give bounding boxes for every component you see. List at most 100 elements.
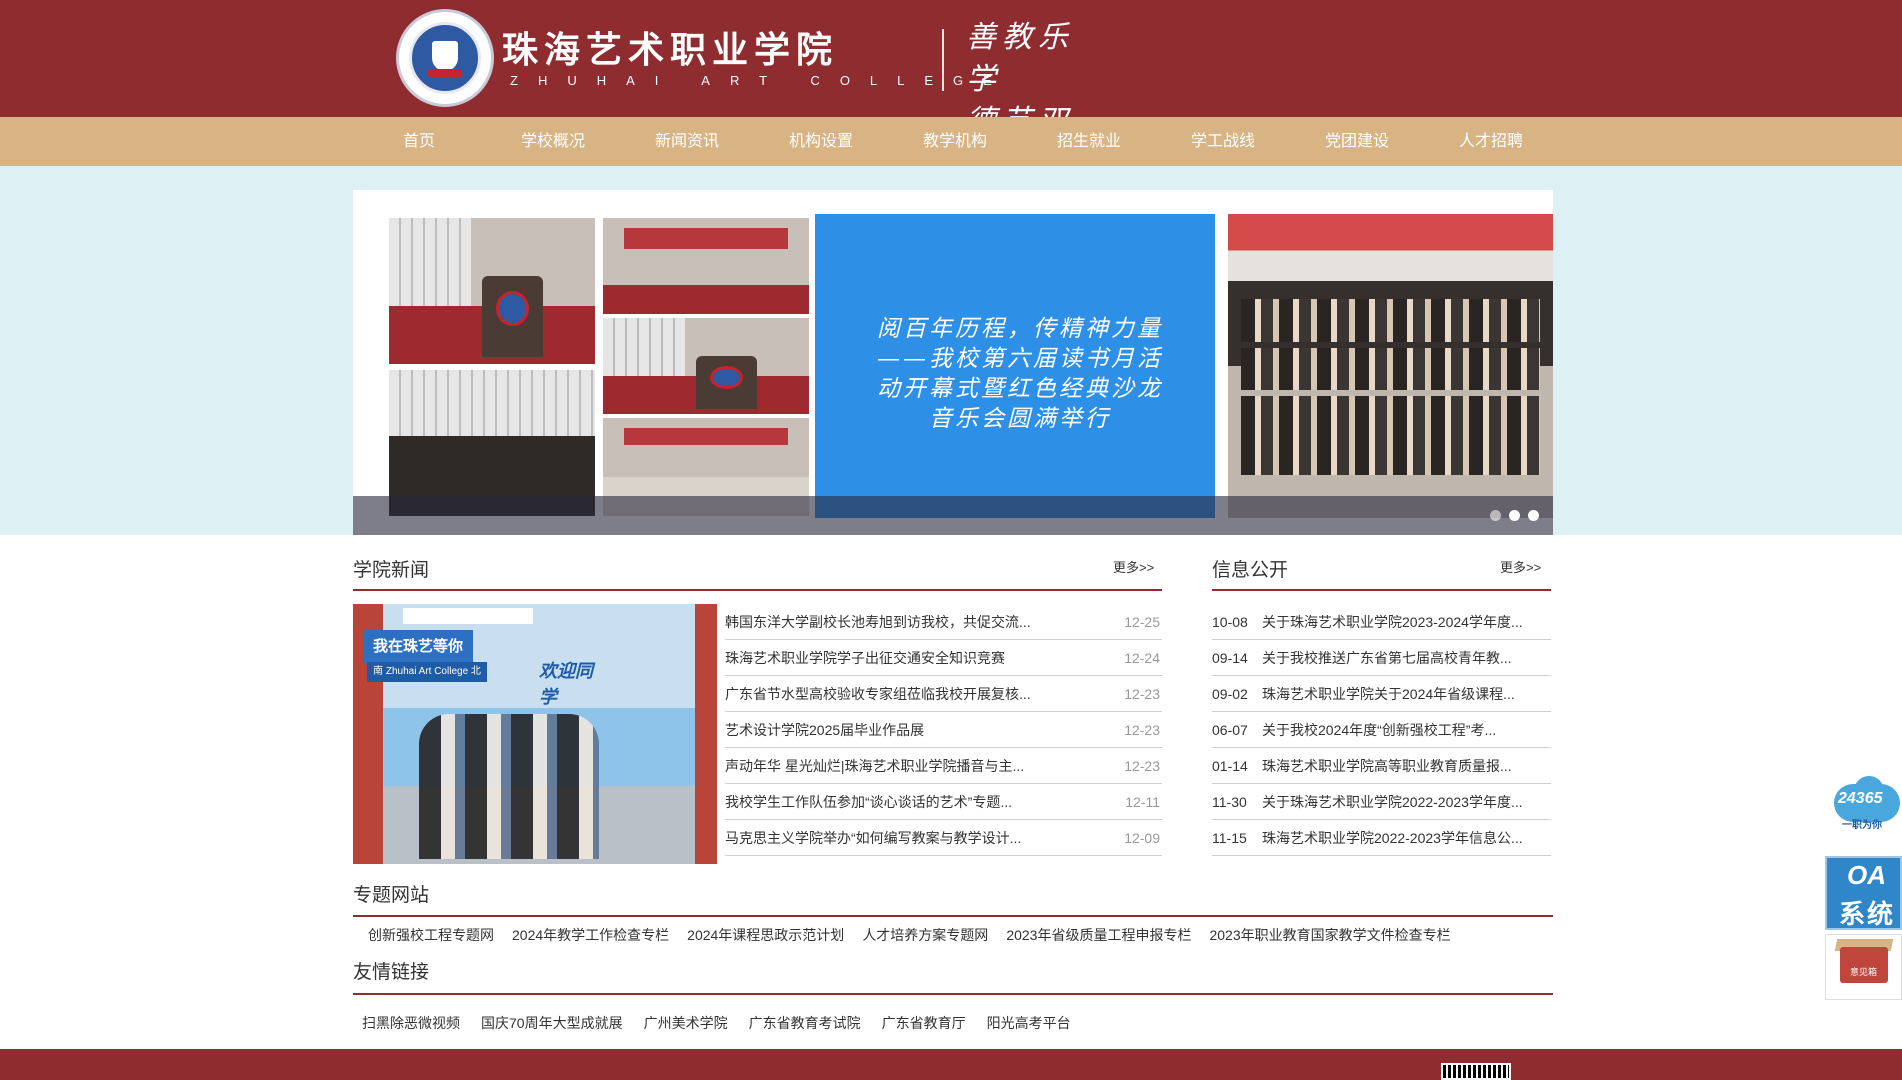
banner-slider[interactable]: 阅百年历程，传精神力量——我校第六届读书月活动开幕式暨红色经典沙龙音乐会圆满举行: [353, 190, 1553, 535]
friend-link[interactable]: 广东省教育考试院: [749, 1013, 861, 1033]
info-date: 09-14: [1212, 649, 1248, 666]
college-emblem-icon: [396, 9, 494, 107]
slider-caption-bar: [353, 496, 1553, 535]
list-item[interactable]: 声动年华 星光灿烂|珠海艺术职业学院播音与主... 12-23: [725, 748, 1162, 784]
nav-items: 首页 学校概况 新闻资讯 机构设置 教学机构 招生就业 学工战线 党团建设 人才…: [352, 117, 1558, 166]
news-date: 12-25: [1124, 613, 1160, 630]
list-item[interactable]: 广东省节水型高校验收专家组莅临我校开展复核... 12-23: [725, 676, 1162, 712]
news-title: 广东省节水型高校验收专家组莅临我校开展复核...: [725, 685, 1031, 702]
info-title: 关于珠海艺术职业学院2023-2024学年度...: [1262, 613, 1523, 630]
nav-item-party[interactable]: 党团建设: [1290, 117, 1424, 166]
list-item[interactable]: 我校学生工作队伍参加“谈心谈话的艺术”专题... 12-11: [725, 784, 1162, 820]
site-header: 珠海艺术职业学院 ZHUHAI ART COLLEGE 善教乐学 德艺双馨: [0, 0, 1902, 181]
header-divider: [942, 29, 944, 91]
nav-item-home[interactable]: 首页: [352, 117, 486, 166]
feedback-box-button[interactable]: 意见箱: [1825, 934, 1902, 1000]
topic-link[interactable]: 2024年课程思政示范计划: [687, 925, 844, 945]
photo-college-header: [403, 608, 533, 624]
nav-item-recruitment[interactable]: 人才招聘: [1424, 117, 1558, 166]
photo-board: 南 Zhuhai Art College 北: [367, 662, 487, 682]
info-title: 关于我校推送广东省第七届高校青年教...: [1262, 649, 1512, 666]
emblem-center: [409, 22, 481, 94]
list-item[interactable]: 06-07 关于我校2024年度“创新强校工程”考...: [1212, 712, 1551, 748]
news-title: 珠海艺术职业学院学子出征交通安全知识竞赛: [725, 649, 1005, 666]
school-name: 珠海艺术职业学院: [502, 29, 839, 71]
info-date: 10-08: [1212, 613, 1248, 630]
news-title: 我校学生工作队伍参加“谈心谈话的艺术”专题...: [725, 793, 1012, 810]
news-title: 声动年华 星光灿烂|珠海艺术职业学院播音与主...: [725, 757, 1025, 774]
slider-dot-3[interactable]: [1528, 510, 1539, 521]
qr-code-icon: [1441, 1063, 1511, 1080]
topic-link[interactable]: 创新强校工程专题网: [368, 925, 494, 945]
friend-link[interactable]: 扫黑除恶微视频: [362, 1013, 460, 1033]
emblem-shield-icon: [432, 41, 458, 71]
friends-section-line: [353, 993, 1553, 995]
slide-title-panel: 阅百年历程，传精神力量——我校第六届读书月活动开幕式暨红色经典沙龙音乐会圆满举行: [815, 214, 1215, 518]
news-title: 马克思主义学院举办“如何编写教案与教学设计...: [725, 829, 1022, 846]
nav-item-organization[interactable]: 机构设置: [754, 117, 888, 166]
oa-system-button[interactable]: OA 系统: [1825, 856, 1902, 930]
news-section-title: 学院新闻: [353, 560, 430, 581]
friend-link[interactable]: 广东省教育厅: [882, 1013, 966, 1033]
oa-system-label: 系统: [1839, 899, 1896, 929]
friend-link[interactable]: 国庆70周年大型成就展: [481, 1013, 623, 1033]
slider-dot-1[interactable]: [1490, 510, 1501, 521]
friend-link[interactable]: 阳光高考平台: [987, 1013, 1071, 1033]
slide-photo-crowd: [389, 370, 595, 516]
nav-item-news[interactable]: 新闻资讯: [620, 117, 754, 166]
slider-dot-2[interactable]: [1509, 510, 1520, 521]
slide-photo-audience: [603, 218, 809, 314]
info-section-line: [1212, 589, 1551, 591]
list-item[interactable]: 艺术设计学院2025届毕业作品展 12-23: [725, 712, 1162, 748]
topic-link[interactable]: 2023年职业教育国家教学文件检查专栏: [1209, 925, 1450, 945]
news-date: 12-23: [1124, 685, 1160, 702]
school-name-en: ZHUHAI ART COLLEGE: [510, 73, 1012, 88]
info-more-link[interactable]: 更多>>: [1500, 557, 1541, 576]
list-item[interactable]: 11-30 关于珠海艺术职业学院2022-2023学年度...: [1212, 784, 1551, 820]
slide-photo-speaker: [603, 318, 809, 414]
list-item[interactable]: 09-14 关于我校推送广东省第七届高校青年教...: [1212, 640, 1551, 676]
list-item[interactable]: 01-14 珠海艺术职业学院高等职业教育质量报...: [1212, 748, 1551, 784]
news-title: 艺术设计学院2025届毕业作品展: [725, 721, 925, 738]
info-title: 珠海艺术职业学院关于2024年省级课程...: [1262, 685, 1515, 702]
photo-welcome: 欢迎同学: [539, 661, 593, 707]
site-footer: [0, 1049, 1902, 1080]
info-list: 10-08 关于珠海艺术职业学院2023-2024学年度... 09-14 关于我校…: [1212, 604, 1551, 856]
list-item[interactable]: 11-15 珠海艺术职业学院2022-2023学年信息公...: [1212, 820, 1551, 856]
info-title: 珠海艺术职业学院2022-2023学年信息公...: [1262, 829, 1523, 846]
nav-item-student-affairs[interactable]: 学工战线: [1156, 117, 1290, 166]
nav-item-overview[interactable]: 学校概况: [486, 117, 620, 166]
photo-sign: 我在珠艺等你: [363, 630, 473, 664]
info-date: 06-07: [1212, 721, 1248, 738]
nav-item-admissions[interactable]: 招生就业: [1022, 117, 1156, 166]
list-item[interactable]: 马克思主义学院举办“如何编写教案与教学设计... 12-09: [725, 820, 1162, 856]
main-nav: 首页 学校概况 新闻资讯 机构设置 教学机构 招生就业 学工战线 党团建设 人才…: [0, 117, 1902, 166]
topic-link[interactable]: 2023年省级质量工程申报专栏: [1006, 925, 1191, 945]
nav-item-teaching[interactable]: 教学机构: [888, 117, 1022, 166]
news-date: 12-11: [1125, 793, 1160, 810]
list-item[interactable]: 韩国东洋大学副校长池寿旭到访我校，共促交流... 12-25: [725, 604, 1162, 640]
news-more-link[interactable]: 更多>>: [1113, 557, 1154, 576]
topic-link[interactable]: 人才培养方案专题网: [862, 925, 988, 945]
friend-link[interactable]: 广州美术学院: [644, 1013, 728, 1033]
news-title: 韩国东洋大学副校长池寿旭到访我校，共促交流...: [725, 613, 1031, 630]
info-title: 关于我校2024年度“创新强校工程”考...: [1262, 721, 1497, 738]
service-24365-widget[interactable]: 24365 一职为你: [1830, 776, 1902, 831]
site-logo[interactable]: 珠海艺术职业学院 ZHUHAI ART COLLEGE 善教乐学 德艺双馨: [396, 9, 1096, 181]
news-featured-photo[interactable]: 我在珠艺等你 南 Zhuhai Art College 北 欢迎同学: [353, 604, 717, 864]
list-item[interactable]: 珠海艺术职业学院学子出征交通安全知识竞赛 12-24: [725, 640, 1162, 676]
news-date: 12-09: [1124, 829, 1160, 846]
info-date: 01-14: [1212, 757, 1248, 774]
slider-dots: [1490, 510, 1539, 521]
list-item[interactable]: 09-02 珠海艺术职业学院关于2024年省级课程...: [1212, 676, 1551, 712]
topic-link[interactable]: 2024年教学工作检查专栏: [512, 925, 669, 945]
list-item[interactable]: 10-08 关于珠海艺术职业学院2023-2024学年度...: [1212, 604, 1551, 640]
news-date: 12-23: [1124, 721, 1160, 738]
slide-title: 阅百年历程，传精神力量——我校第六届读书月活动开幕式暨红色经典沙龙音乐会圆满举行: [877, 316, 1163, 432]
info-date: 11-15: [1212, 829, 1247, 846]
friend-links: 扫黑除恶微视频 国庆70周年大型成就展 广州美术学院 广东省教育考试院 广东省教…: [362, 1013, 1092, 1033]
photo-students: [419, 714, 599, 859]
news-date: 12-24: [1124, 649, 1160, 666]
service-number: 24365: [1838, 790, 1883, 807]
motto-line-1: 善教乐学: [966, 20, 1074, 97]
